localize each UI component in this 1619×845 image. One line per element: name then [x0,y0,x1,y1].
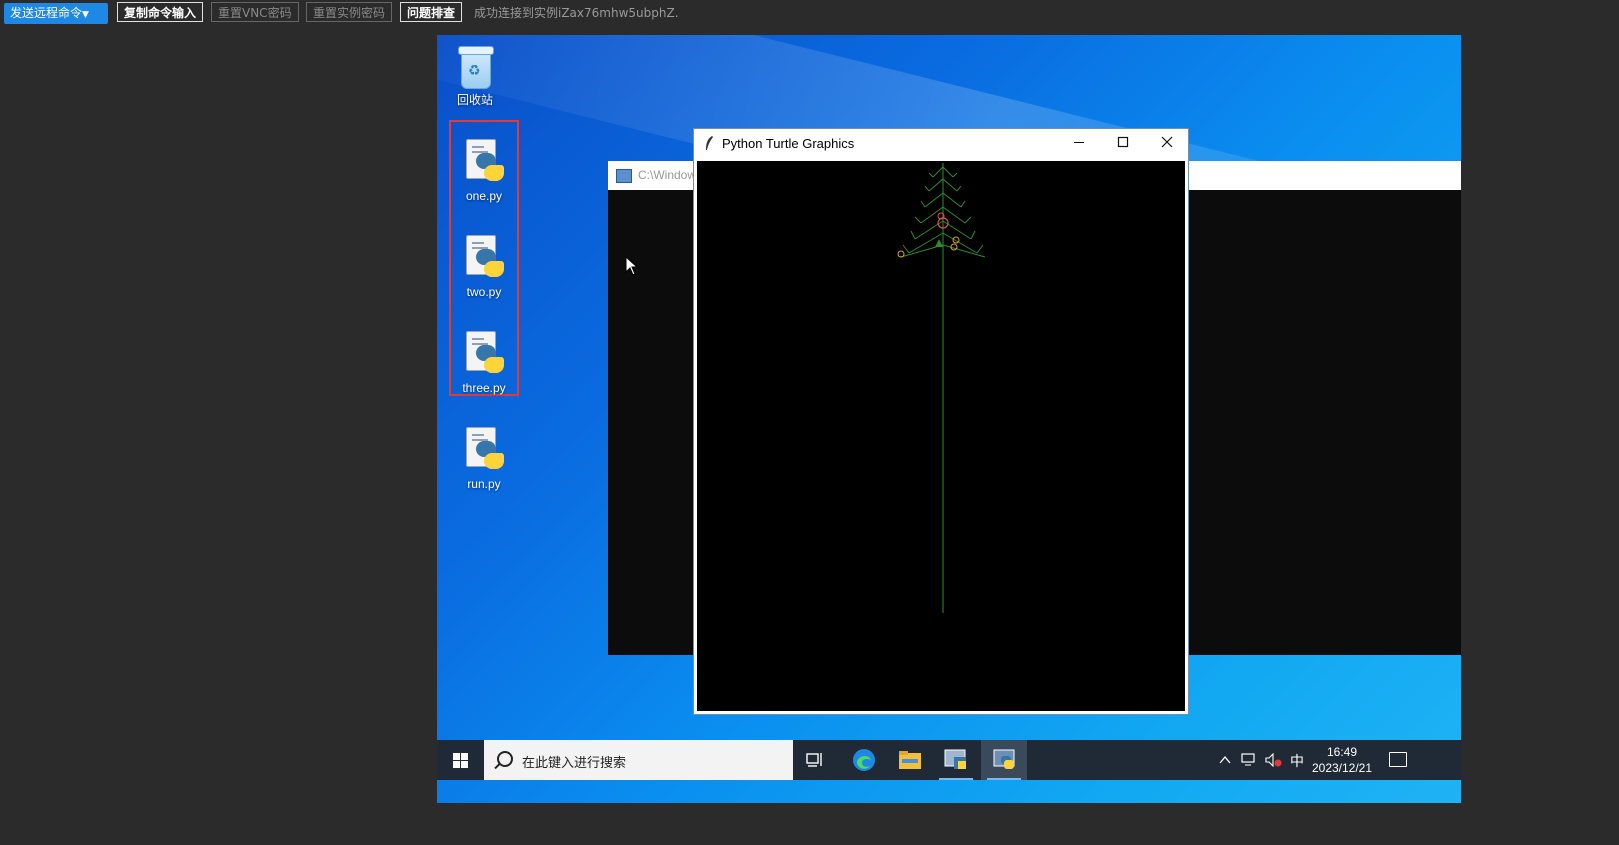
taskbar-edge[interactable] [841,740,887,780]
feather-icon [706,136,713,150]
chevron-up-icon [1219,755,1231,764]
taskbar-file-explorer[interactable] [887,740,933,780]
task-view-button[interactable] [793,740,839,780]
vnc-toolbar: 发送远程命令▼ 复制命令输入 重置VNC密码 重置实例密码 问题排查 成功连接到… [0,0,1619,28]
edge-icon [853,749,875,771]
desktop-icon-one-py[interactable]: one.py [451,139,517,203]
taskbar-cmd[interactable] [933,740,979,780]
desktop-icon-three-py[interactable]: three.py [451,331,517,395]
desktop-icon-label: 回收站 [456,93,493,107]
start-button[interactable] [437,740,483,780]
copy-command-input-button[interactable]: 复制命令输入 [117,2,204,22]
taskbar-search-box[interactable]: 在此键入进行搜索 [484,740,793,780]
network-icon [1241,753,1255,766]
python-file-icon [464,235,504,283]
folder-icon [899,751,921,769]
desktop-icon-label: run.py [467,477,501,491]
turtle-titlebar[interactable]: Python Turtle Graphics [694,129,1188,160]
ime-indicator[interactable]: 中 [1290,751,1304,791]
close-icon [1161,136,1173,148]
taskbar: 在此键入进行搜索 中 16:49 2023/12/21 [437,740,1461,780]
turtle-canvas[interactable] [697,161,1185,711]
volume-muted-icon [1265,753,1282,767]
reset-vnc-password-button[interactable]: 重置VNC密码 [211,2,299,22]
send-remote-command-button[interactable]: 发送远程命令▼ [4,3,108,24]
desktop-icon-label: two.py [466,285,502,299]
remote-desktop: ♻ 回收站 one.py two.py three.py run.py C:\W… [437,35,1461,803]
recycle-bin-icon: ♻ [455,43,495,89]
clock-date: 2023/12/21 [1311,761,1373,775]
maximize-button[interactable] [1100,129,1146,159]
console-app-icon [616,168,632,183]
python-icon [993,749,1015,769]
taskbar-python[interactable] [981,740,1027,780]
minimize-icon [1074,142,1084,143]
desktop-icon-label: one.py [465,189,503,203]
mouse-pointer-icon [625,256,639,276]
send-remote-command-label: 发送远程命令 [10,6,83,20]
chevron-down-icon: ▼ [82,10,89,20]
notification-icon[interactable] [1389,752,1407,767]
search-icon [497,751,513,767]
desktop-icon-label: three.py [462,381,506,395]
python-file-icon [464,427,504,475]
task-view-icon [806,753,822,767]
close-button[interactable] [1144,129,1190,159]
desktop-icon-recycle-bin[interactable]: ♻ 回收站 [442,43,508,108]
clock-time: 16:49 [1326,745,1358,759]
reset-instance-password-button[interactable]: 重置实例密码 [306,2,393,22]
troubleshoot-button[interactable]: 问题排查 [400,2,463,22]
desktop-icon-run-py[interactable]: run.py [451,427,517,491]
python-file-icon [464,139,504,187]
taskbar-clock[interactable]: 16:49 2023/12/21 [1307,744,1377,776]
console-title: C:\Window [638,168,697,182]
python-file-icon [464,331,504,379]
search-placeholder: 在此键入进行搜索 [522,755,627,770]
connection-status: 成功连接到实例iZax76mhw5ubphZ. [474,6,679,20]
desktop-icon-two-py[interactable]: two.py [451,235,517,299]
turtle-graphics-window[interactable]: Python Turtle Graphics [693,128,1189,715]
turtle-window-title: Python Turtle Graphics [722,136,855,151]
maximize-icon [1117,136,1129,148]
console-app-icon [944,749,966,769]
christmas-tree-drawing [897,163,986,613]
minimize-button[interactable] [1056,129,1102,159]
